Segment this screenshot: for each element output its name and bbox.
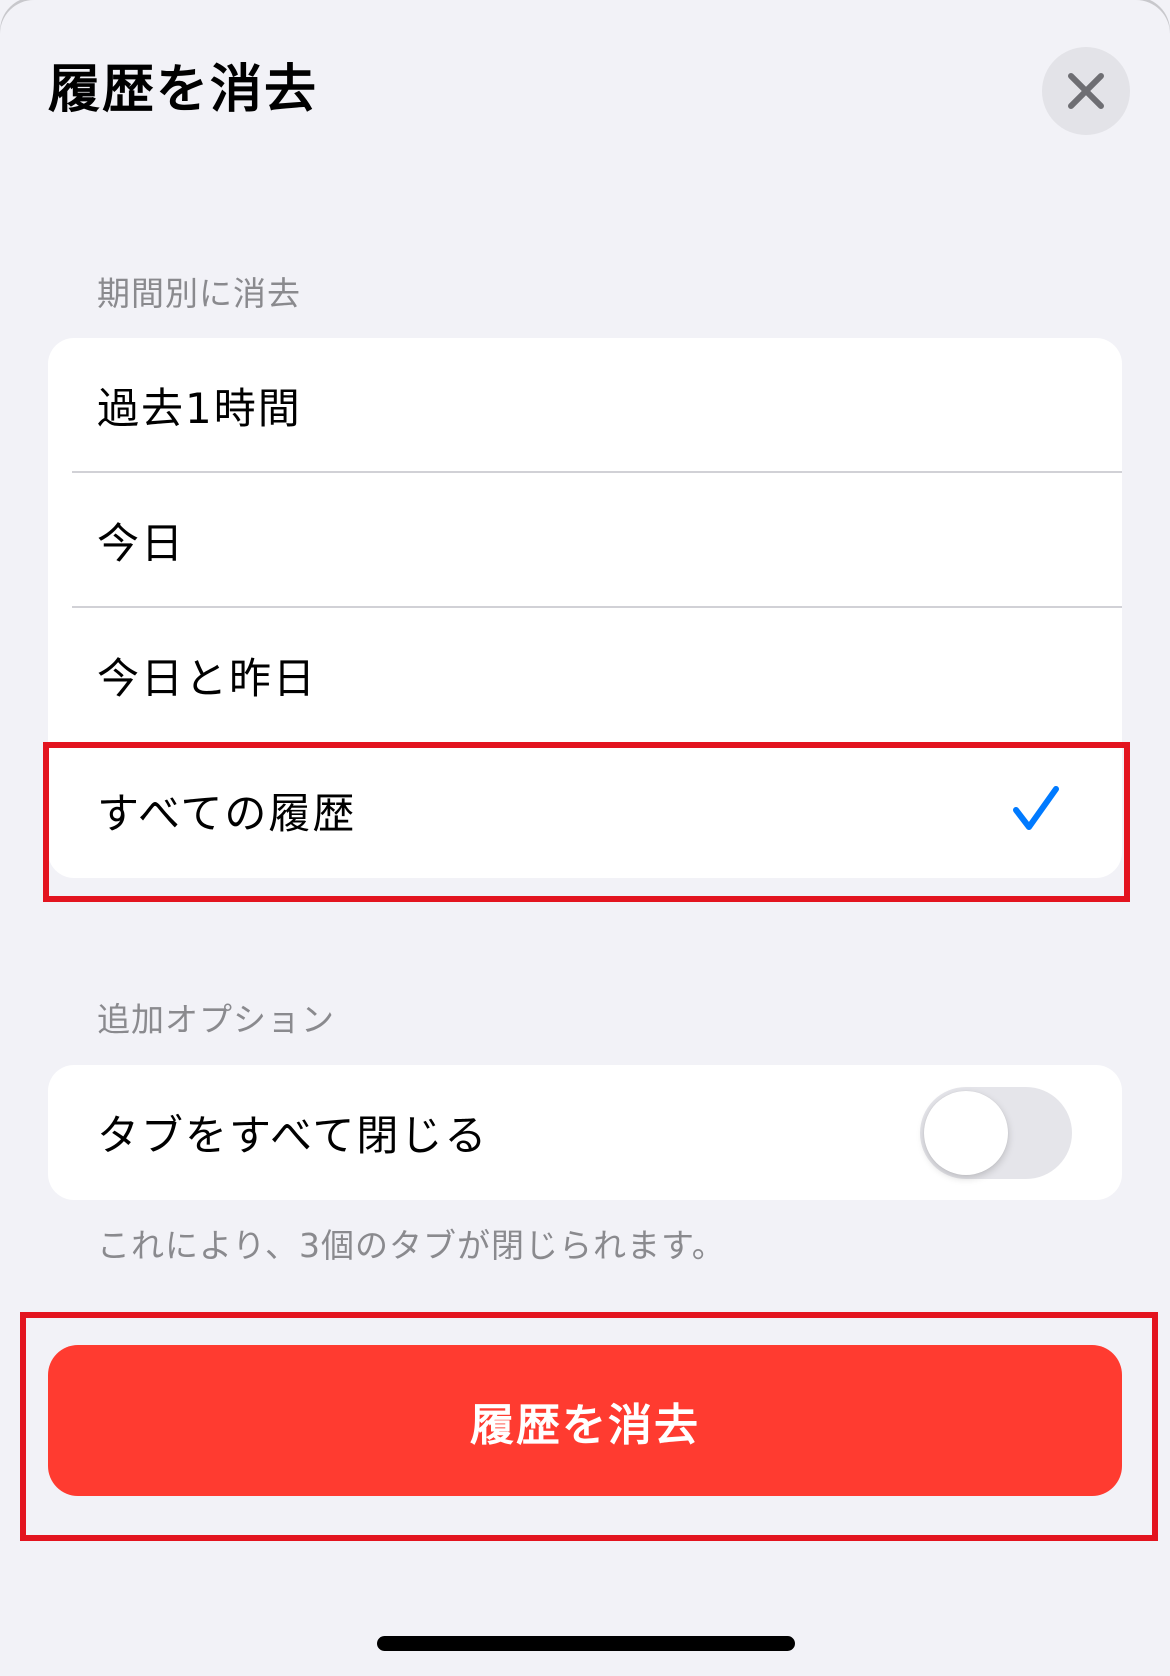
timeframe-section-header: 期間別に消去 (97, 274, 301, 313)
additional-options-header: 追加オプション (97, 1000, 335, 1039)
checkmark-icon (1013, 786, 1059, 830)
timeframe-option-last-hour[interactable]: 過去1時間 (48, 338, 1122, 473)
additional-options-group: タブをすべて閉じる (48, 1065, 1122, 1200)
timeframe-option-label: 今日 (97, 519, 186, 568)
timeframe-options-group: 過去1時間 今日 今日と昨日 すべての履歴 (48, 338, 1122, 878)
clear-history-button[interactable]: 履歴を消去 (48, 1345, 1122, 1496)
timeframe-option-label: すべての履歴 (97, 789, 357, 838)
timeframe-option-all-history[interactable]: すべての履歴 (48, 743, 1122, 878)
close-tabs-note: これにより、3個のタブが閉じられます。 (97, 1226, 726, 1265)
clear-history-sheet: 履歴を消去 期間別に消去 過去1時間 今日 今日と昨日 すべての履歴 追加オプシ… (0, 0, 1170, 1676)
close-all-tabs-label: タブをすべて閉じる (97, 1111, 489, 1160)
sheet-title: 履歴を消去 (48, 60, 319, 120)
close-all-tabs-toggle[interactable] (920, 1087, 1072, 1179)
timeframe-option-today[interactable]: 今日 (48, 473, 1122, 608)
toggle-knob (924, 1091, 1008, 1175)
close-icon (1068, 73, 1104, 109)
close-button[interactable] (1042, 47, 1130, 135)
timeframe-option-label: 過去1時間 (97, 384, 302, 433)
timeframe-option-today-yesterday[interactable]: 今日と昨日 (48, 608, 1122, 743)
home-indicator (377, 1636, 795, 1651)
timeframe-option-label: 今日と昨日 (97, 654, 318, 703)
close-all-tabs-row: タブをすべて閉じる (48, 1065, 1122, 1200)
